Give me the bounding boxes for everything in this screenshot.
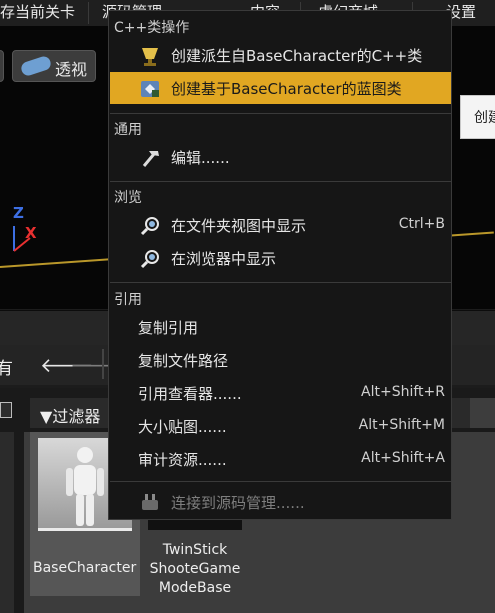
blueprint-class-icon bbox=[139, 78, 161, 100]
axis-x-label: X bbox=[25, 224, 37, 242]
audit-assets-shortcut: Alt+Shift+A bbox=[361, 450, 445, 466]
show-in-browser-label: 在浏览器中显示 bbox=[171, 250, 277, 268]
toolbar-divider bbox=[88, 2, 89, 24]
copy-file-path-item[interactable]: 复制文件路径 bbox=[110, 344, 451, 376]
asset-context-menu: C++类操作 创建派生自BaseCharacter的C++类 创建基于BaseC… bbox=[108, 10, 452, 520]
create-blueprint-class-item[interactable]: 创建基于BaseCharacter的蓝图类 bbox=[110, 72, 451, 104]
filter-chip[interactable] bbox=[470, 398, 495, 428]
section-divider bbox=[110, 481, 451, 482]
perspective-button[interactable]: 透视 bbox=[12, 50, 96, 82]
show-in-folder-item[interactable]: 在文件夹视图中显示 Ctrl+B bbox=[110, 209, 451, 241]
create-blueprint-class-label: 创建基于BaseCharacter的蓝图类 bbox=[171, 80, 402, 98]
connect-source-control-item[interactable]: 连接到源码管理...... bbox=[110, 486, 451, 518]
asset-name: BaseCharacter bbox=[33, 560, 137, 576]
audit-assets-label: 审计资源...... bbox=[138, 451, 227, 469]
tooltip: 创建 bbox=[460, 95, 495, 139]
axis-z-label: Z bbox=[13, 204, 24, 222]
filter-button[interactable]: ▼过滤器 bbox=[40, 403, 100, 427]
nav-label: 有 bbox=[0, 359, 13, 379]
size-map-shortcut: Alt+Shift+M bbox=[358, 417, 445, 433]
tooltip-text: 创建 bbox=[474, 110, 495, 126]
hammer-icon bbox=[139, 147, 161, 169]
viewport-options-button[interactable] bbox=[0, 50, 4, 82]
nav-divider bbox=[102, 349, 104, 379]
show-in-folder-shortcut: Ctrl+B bbox=[398, 216, 445, 232]
filter-label: 过滤器 bbox=[52, 407, 101, 426]
toolbar-save-level[interactable]: 存当前关卡 bbox=[0, 0, 81, 26]
connect-source-control-label: 连接到源码管理...... bbox=[171, 494, 305, 512]
audit-assets-item[interactable]: 审计资源...... Alt+Shift+A bbox=[110, 443, 451, 475]
source-tree-toggle-icon[interactable] bbox=[0, 402, 12, 418]
section-header-general: 通用 bbox=[114, 122, 142, 138]
perspective-icon bbox=[19, 54, 53, 78]
section-header-cpp: C++类操作 bbox=[114, 20, 190, 36]
reference-viewer-label: 引用查看器...... bbox=[138, 385, 242, 403]
section-header-references: 引用 bbox=[114, 292, 142, 308]
size-map-label: 大小贴图...... bbox=[138, 418, 227, 436]
magnifier-icon bbox=[139, 215, 161, 237]
size-map-item[interactable]: 大小贴图...... Alt+Shift+M bbox=[110, 410, 451, 442]
cpp-class-icon bbox=[139, 45, 161, 67]
create-cpp-class-item[interactable]: 创建派生自BaseCharacter的C++类 bbox=[110, 39, 451, 71]
section-header-explore: 浏览 bbox=[114, 190, 142, 206]
copy-file-path-label: 复制文件路径 bbox=[138, 352, 229, 370]
edit-item[interactable]: 编辑...... bbox=[110, 141, 451, 173]
create-cpp-class-label: 创建派生自BaseCharacter的C++类 bbox=[171, 47, 423, 65]
reference-viewer-item[interactable]: 引用查看器...... Alt+Shift+R bbox=[110, 377, 451, 409]
reference-viewer-shortcut: Alt+Shift+R bbox=[361, 384, 445, 400]
copy-reference-label: 复制引用 bbox=[138, 319, 199, 337]
show-in-folder-label: 在文件夹视图中显示 bbox=[171, 217, 307, 235]
section-divider bbox=[110, 282, 451, 283]
show-in-browser-item[interactable]: 在浏览器中显示 bbox=[110, 242, 451, 274]
asset-type-stripe bbox=[38, 528, 132, 531]
edit-label: 编辑...... bbox=[171, 149, 230, 167]
magnifier-icon bbox=[139, 248, 161, 270]
copy-reference-item[interactable]: 复制引用 bbox=[110, 311, 451, 343]
sources-panel bbox=[0, 432, 14, 613]
perspective-label: 透视 bbox=[55, 60, 88, 79]
asset-name[interactable]: TwinStick ShooteGame ModeBase bbox=[143, 541, 247, 598]
source-control-icon bbox=[139, 492, 161, 514]
section-divider bbox=[110, 113, 451, 114]
section-divider bbox=[110, 181, 451, 182]
